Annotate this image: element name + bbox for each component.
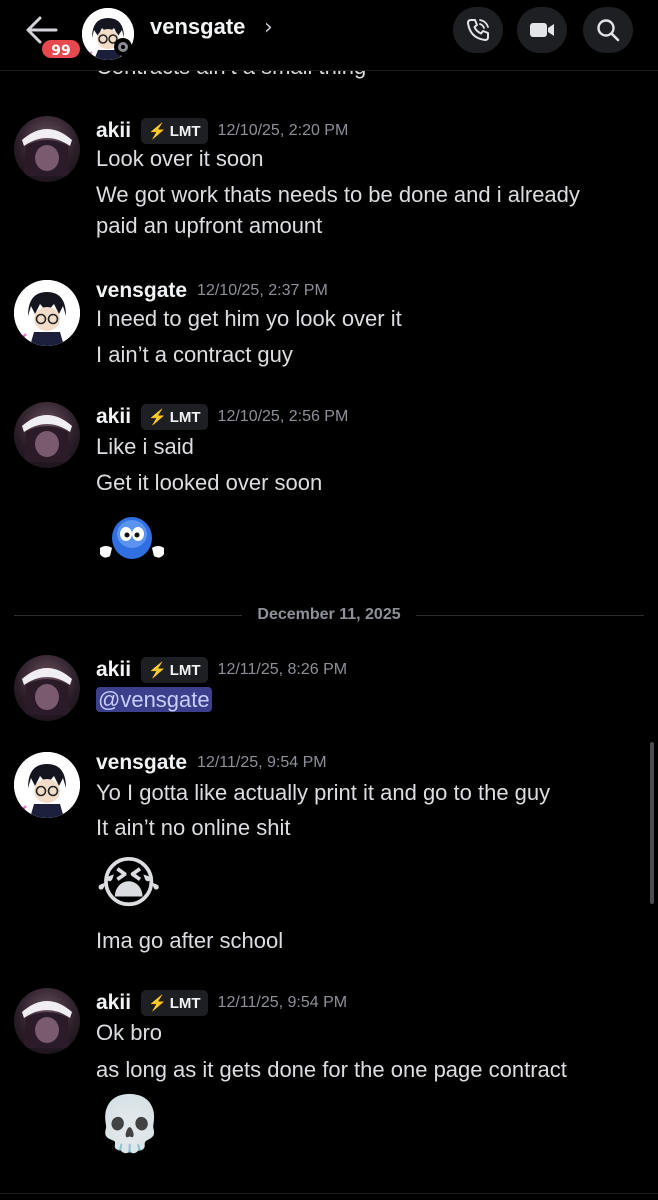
message-text: @vensgate [96, 687, 212, 713]
video-call-button[interactable] [517, 7, 567, 53]
clan-tag-label: LMT [169, 994, 201, 1012]
message-meta: vensgate 12/10/25, 2:37 PM [96, 276, 328, 306]
message-text: Like i said [96, 434, 194, 459]
unread-badge: 99 [40, 38, 82, 60]
message-text: I ain’t a contract guy [96, 342, 293, 367]
video-icon [530, 23, 554, 37]
clan-tag-label: LMT [169, 661, 201, 679]
clan-tag[interactable]: ⚡ LMT [141, 404, 208, 430]
message-meta: akii ⚡ LMT 12/11/25, 9:54 PM [96, 988, 347, 1018]
avatar[interactable] [14, 402, 80, 468]
avatar[interactable] [14, 988, 80, 1054]
clan-tag[interactable]: ⚡ LMT [141, 990, 208, 1016]
username[interactable]: akii [96, 991, 131, 1015]
bolt-icon: ⚡ [148, 995, 167, 1012]
divider-rule [416, 615, 644, 616]
message-meta: akii ⚡ LMT 12/11/25, 8:26 PM [96, 655, 347, 685]
avatar[interactable] [14, 752, 80, 818]
username[interactable]: vensgate [96, 279, 187, 303]
chevron-right-icon[interactable]: › [264, 15, 273, 40]
status-indicator-icon [114, 38, 132, 56]
avatar[interactable] [14, 280, 80, 346]
message-text: I need to get him yo look over it [96, 306, 402, 331]
search-icon [597, 19, 620, 42]
message-meta: akii ⚡ LMT 12/10/25, 2:56 PM [96, 402, 348, 432]
clan-tag[interactable]: ⚡ LMT [141, 118, 208, 144]
avatar[interactable] [14, 655, 80, 721]
channel-title[interactable]: vensgate [150, 14, 245, 40]
user-mention[interactable]: @vensgate [96, 687, 212, 712]
username[interactable]: akii [96, 658, 131, 682]
message-text: It ain’t no online shit [96, 815, 291, 840]
phone-icon [467, 19, 489, 41]
message-text: Get it looked over soon [96, 470, 323, 495]
clan-tag-label: LMT [169, 122, 201, 140]
message-text: Yo I gotta like actually print it and go… [96, 780, 551, 805]
skull-emoji[interactable]: 💀 [96, 1092, 163, 1156]
message-text: Ok bro [96, 1020, 163, 1045]
bolt-icon: ⚡ [148, 662, 167, 679]
crying-face-emoji[interactable]: 😭 [96, 852, 161, 916]
username[interactable]: akii [96, 119, 131, 143]
avatar[interactable] [14, 116, 80, 182]
timestamp: 12/10/25, 2:20 PM [217, 122, 349, 139]
timestamp: 12/10/25, 2:56 PM [217, 408, 349, 425]
timestamp: 12/11/25, 9:54 PM [217, 994, 348, 1011]
bolt-icon: ⚡ [148, 409, 167, 426]
message-text: We got work thats needs to be done and i… [96, 182, 580, 207]
username[interactable]: akii [96, 405, 131, 429]
message-meta: akii ⚡ LMT 12/10/25, 2:20 PM [96, 116, 348, 146]
timestamp: 12/10/25, 2:37 PM [197, 282, 328, 299]
message-text: paid an upfront amount [96, 213, 323, 238]
clan-tag-label: LMT [169, 408, 201, 426]
shrug-blob-emoji[interactable] [96, 510, 168, 574]
bolt-icon: ⚡ [148, 123, 167, 140]
search-button[interactable] [583, 7, 633, 53]
scrollbar[interactable] [650, 742, 654, 904]
message-meta: vensgate 12/11/25, 9:54 PM [96, 748, 327, 778]
bottom-edge [0, 1193, 658, 1200]
username[interactable]: vensgate [96, 751, 187, 775]
clan-tag[interactable]: ⚡ LMT [141, 657, 208, 683]
date-divider: December 11, 2025 [14, 604, 644, 628]
timestamp: 12/11/25, 9:54 PM [197, 754, 327, 771]
message-text: Look over it soon [96, 146, 264, 171]
message-text: as long as it gets done for the one page… [96, 1057, 567, 1082]
message-text: Ima go after school [96, 928, 284, 953]
chat-header: 99 vensgate › [0, 0, 658, 71]
timestamp: 12/11/25, 8:26 PM [217, 661, 348, 678]
call-button[interactable] [453, 7, 503, 53]
